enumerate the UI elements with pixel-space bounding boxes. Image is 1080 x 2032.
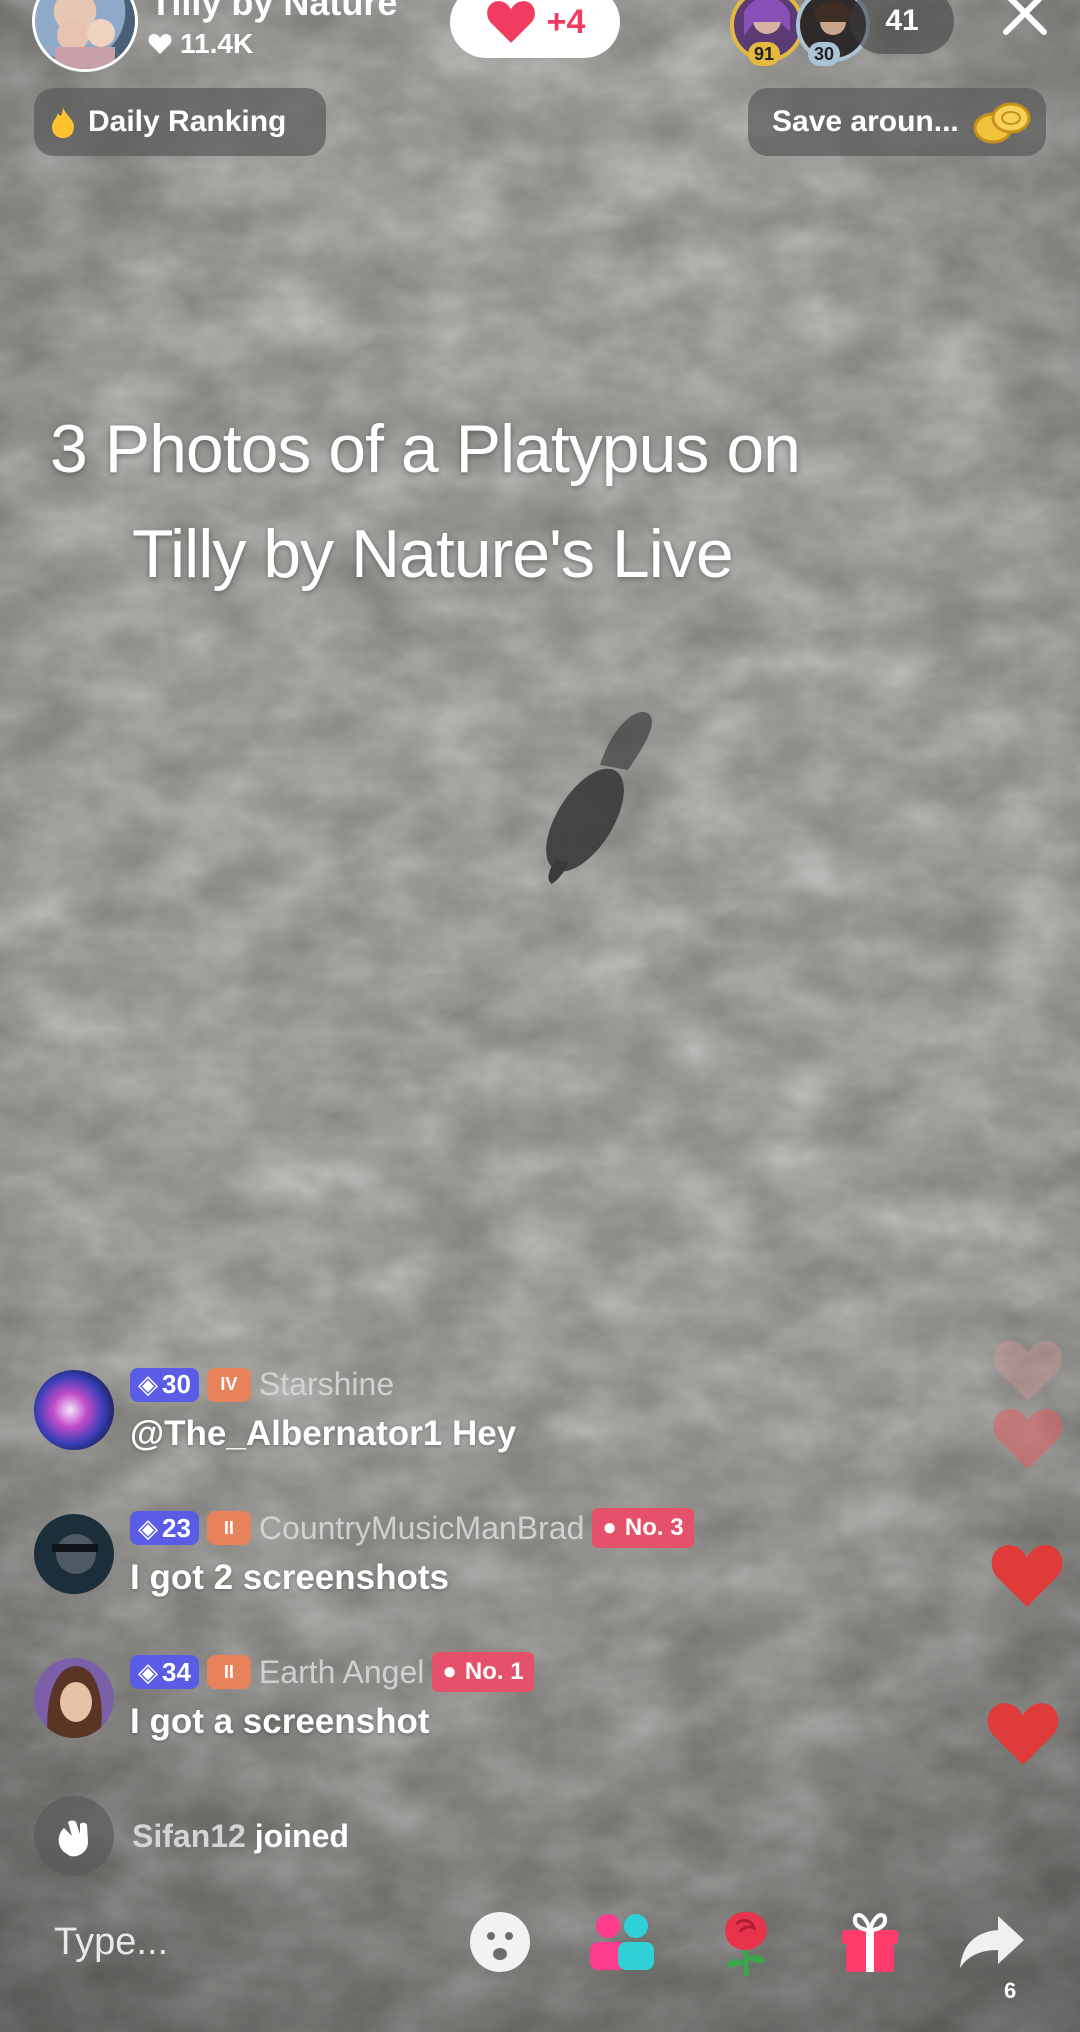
chat-comment[interactable]: ◈ 30 IV Starshine @The_Albernator1 Hey xyxy=(34,1366,994,1476)
multi-guest-icon xyxy=(590,1914,654,1970)
rank-medal-icon: ● xyxy=(442,1658,457,1685)
emoji-button[interactable] xyxy=(458,1900,542,1984)
rose-icon xyxy=(725,1912,767,1976)
overlay-title-line-2: Tilly by Nature's Live xyxy=(132,516,734,592)
like-pill[interactable]: +4 xyxy=(450,0,620,58)
joined-action: joined xyxy=(254,1817,349,1854)
level-value: 23 xyxy=(162,1512,191,1543)
commenter-avatar[interactable] xyxy=(34,1514,114,1594)
rank-badge-label: No. 3 xyxy=(624,1514,684,1541)
floating-heart-icon xyxy=(993,1409,1063,1469)
subscriber-badge: II xyxy=(206,1511,251,1545)
rank-badge: ● No. 3 xyxy=(592,1508,694,1548)
level-badge: ◈ 23 xyxy=(130,1511,199,1545)
joined-username[interactable]: Sifan12 xyxy=(132,1818,246,1854)
heart-icon xyxy=(148,34,172,54)
viewer-count[interactable]: 41 xyxy=(850,0,954,54)
gem-icon: ◈ xyxy=(138,1656,158,1687)
daily-ranking-chip[interactable]: Daily Ranking xyxy=(34,88,326,156)
rank-badge-label: No. 1 xyxy=(464,1658,524,1685)
host-likes: 11.4K xyxy=(148,28,253,60)
comment-text: @The_Albernator1 Hey xyxy=(130,1414,517,1453)
level-badge: ◈ 30 xyxy=(130,1367,199,1402)
gift-button[interactable] xyxy=(828,1900,912,1984)
rank-badge: ● No. 1 xyxy=(432,1652,534,1692)
share-icon xyxy=(960,1916,1024,1968)
chat-comment[interactable]: ◈ 34 II Earth Angel ● No. 1 I got a screen… xyxy=(34,1652,994,1762)
level-badge: ◈ 34 xyxy=(130,1655,199,1689)
coins-icon xyxy=(973,102,1031,144)
rose-gift-button[interactable] xyxy=(704,1900,788,1984)
subscriber-badge: IV xyxy=(206,1367,251,1402)
like-pill-count: +4 xyxy=(546,2,586,41)
comment-input[interactable]: Type... xyxy=(54,1910,454,1974)
comment-text: I got a screenshot xyxy=(130,1702,430,1741)
join-notice: Sifan12 joined xyxy=(34,1796,349,1876)
commenter-username[interactable]: Starshine xyxy=(259,1366,394,1403)
emoji-icon xyxy=(470,1912,530,1972)
wave-icon xyxy=(34,1796,114,1876)
close-icon xyxy=(1003,0,1047,35)
level-value: 34 xyxy=(162,1656,191,1687)
level-value: 30 xyxy=(162,1369,191,1399)
heart-icon xyxy=(486,1,535,43)
commenter-avatar[interactable] xyxy=(34,1370,114,1450)
comment-text: I got 2 screenshots xyxy=(130,1558,449,1597)
commenter-avatar[interactable] xyxy=(34,1658,114,1738)
gift-icon xyxy=(842,1913,898,1972)
viewer-level-badge: 91 xyxy=(748,42,781,66)
save-around-chip[interactable]: Save aroun... xyxy=(748,88,1046,156)
share-button[interactable] xyxy=(950,1900,1034,1984)
overlay-title-line-1: 3 Photos of a Platypus on xyxy=(50,411,801,487)
multi-guest-button[interactable] xyxy=(580,1900,664,1984)
close-button[interactable] xyxy=(990,0,1060,52)
commenter-username[interactable]: Earth Angel xyxy=(259,1654,424,1691)
gem-icon: ◈ xyxy=(138,1369,158,1399)
fire-icon xyxy=(52,107,74,138)
daily-ranking-label: Daily Ranking xyxy=(88,105,287,138)
host-name[interactable]: Tilly by Nature xyxy=(150,0,397,24)
floating-heart-icon xyxy=(993,1341,1063,1401)
chat-comment[interactable]: ◈ 23 II CountryMusicManBrad ● No. 3 I got … xyxy=(34,1508,994,1618)
subscriber-badge: II xyxy=(206,1655,251,1689)
viewer-level-badge: 30 xyxy=(808,42,841,66)
share-count: 6 xyxy=(1004,1978,1017,2003)
save-around-label: Save aroun... xyxy=(772,105,959,138)
floating-heart-icon xyxy=(991,1545,1063,1607)
commenter-username[interactable]: CountryMusicManBrad xyxy=(259,1510,584,1547)
host-likes-count: 11.4K xyxy=(180,28,254,59)
floating-heart-icon xyxy=(987,1703,1059,1765)
gem-icon: ◈ xyxy=(138,1512,158,1543)
rank-medal-icon: ● xyxy=(602,1514,617,1541)
